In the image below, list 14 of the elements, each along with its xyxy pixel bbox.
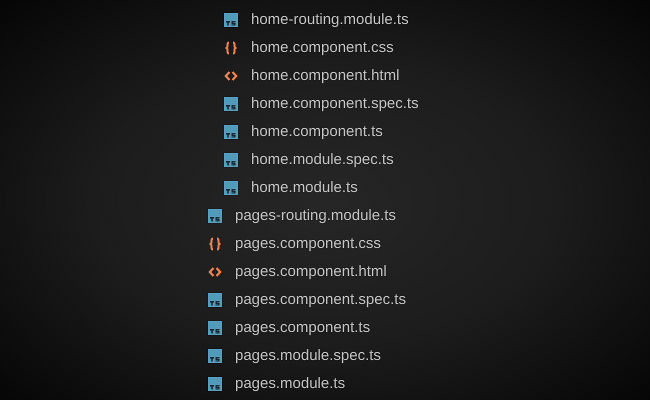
file-name[interactable]: pages.component.spec.ts: [235, 288, 406, 312]
file-name[interactable]: pages.component.html: [235, 260, 387, 284]
file-name[interactable]: pages.component.ts: [235, 316, 370, 340]
file-name[interactable]: home.module.ts: [251, 176, 358, 200]
file-name[interactable]: home.component.spec.ts: [251, 92, 419, 116]
file-name[interactable]: home-routing.module.ts: [251, 8, 409, 32]
file-name[interactable]: home.component.ts: [251, 120, 383, 144]
file-name[interactable]: home.component.css: [251, 36, 394, 60]
file-name[interactable]: pages.module.spec.ts: [235, 344, 381, 368]
file-name[interactable]: home.module.spec.ts: [251, 148, 394, 172]
file-name[interactable]: pages.module.ts: [235, 372, 346, 396]
file-name[interactable]: pages.component.css: [235, 232, 381, 256]
file-name[interactable]: pages-routing.module.ts: [235, 204, 396, 228]
file-name[interactable]: home.component.html: [251, 64, 400, 88]
